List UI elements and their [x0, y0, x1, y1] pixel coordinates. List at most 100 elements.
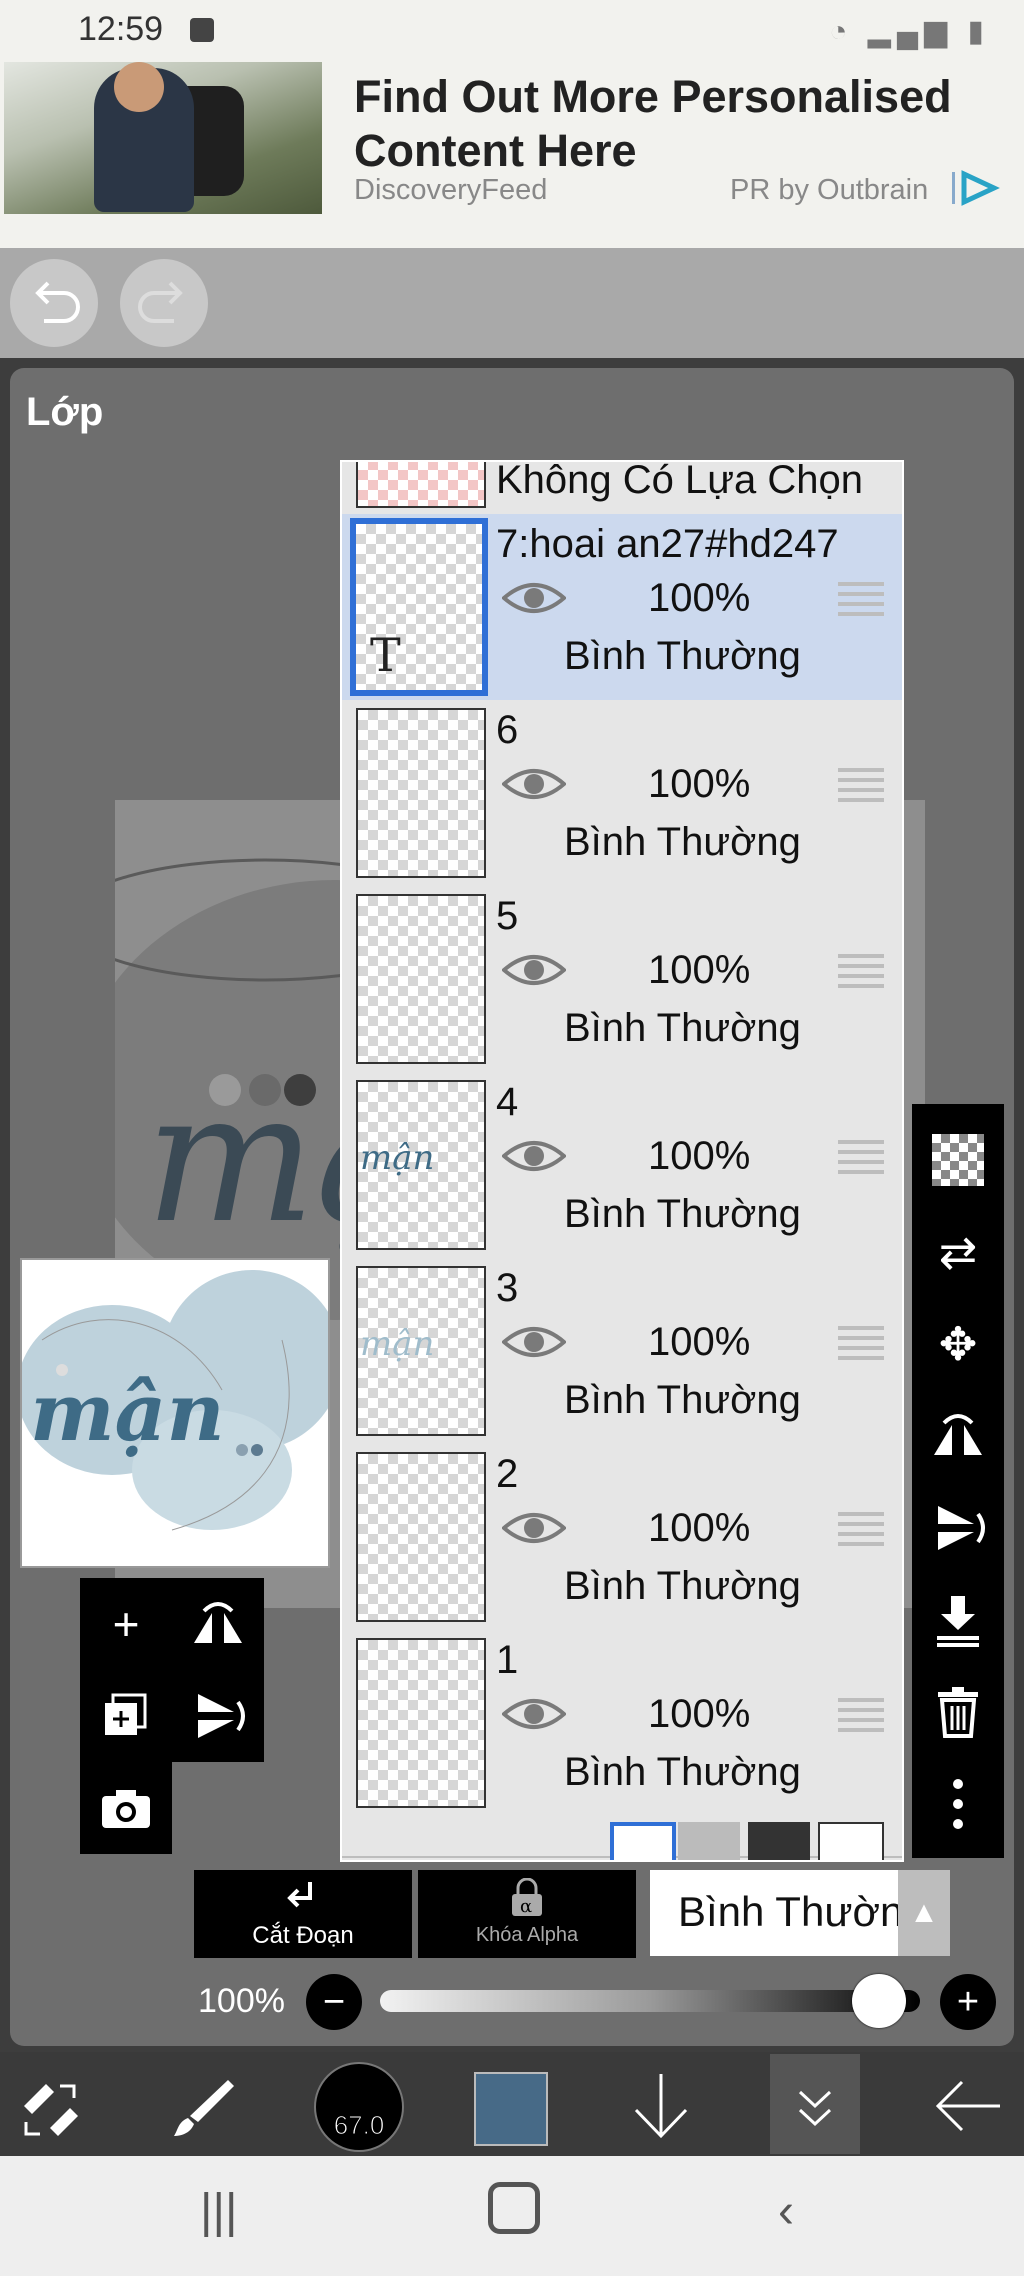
eye-icon[interactable]	[502, 764, 566, 804]
layer-opacity: 100%	[648, 762, 751, 806]
opacity-row: 100% − +	[0, 1968, 1024, 2038]
layer-thumbnail[interactable]	[356, 1638, 486, 1808]
ad-headline[interactable]: Find Out More Personalised Content Here	[354, 70, 994, 178]
layer-row[interactable]: T 7:hoai an27#hd247 100% Bình Thường	[342, 514, 902, 702]
layer-opacity: 100%	[648, 948, 751, 992]
blend-mode-select[interactable]: Bình Thường ▲	[650, 1870, 950, 1956]
brush-size-button[interactable]: 67.0	[314, 2062, 404, 2152]
drag-handle-icon[interactable]	[838, 582, 884, 618]
bg-option-white[interactable]	[610, 1822, 676, 1860]
dropdown-arrow-icon[interactable]: ▲	[898, 1870, 950, 1956]
layer-name: 5	[496, 894, 519, 938]
recent-apps-icon[interactable]: |||	[200, 2184, 237, 2239]
clipping-button[interactable]: Cắt Đoạn	[194, 1870, 412, 1958]
eye-icon[interactable]	[502, 1508, 566, 1548]
opacity-increase-button[interactable]: +	[940, 1974, 996, 2030]
color-swatch[interactable]	[474, 2072, 548, 2146]
eye-icon[interactable]	[502, 1322, 566, 1362]
bottom-toolbar: 67.0	[0, 2052, 1024, 2156]
drag-handle-icon[interactable]	[838, 954, 884, 990]
layer-thumbnail[interactable]	[356, 894, 486, 1064]
flip-vertical-button[interactable]	[172, 1670, 264, 1762]
layer-row[interactable]: mận 4 100% Bình Thường	[342, 1072, 902, 1260]
layer-row[interactable]: mận 3 100% Bình Thường	[342, 1258, 902, 1446]
flip-layer-horizontal-button[interactable]	[912, 1390, 1004, 1482]
alpha-lock-button[interactable]: α Khóa Alpha	[418, 1870, 636, 1958]
back-icon[interactable]: ‹	[778, 2184, 794, 2239]
move-button[interactable]: ✥	[912, 1298, 1004, 1390]
layer-thumbnail[interactable]	[356, 708, 486, 878]
transform-tool-button[interactable]	[16, 2072, 86, 2142]
opacity-label: 100%	[198, 1982, 285, 2020]
camera-icon	[102, 1790, 150, 1828]
drag-handle-icon[interactable]	[838, 1140, 884, 1176]
layer-opacity: 100%	[648, 1134, 751, 1178]
opacity-decrease-button[interactable]: −	[306, 1974, 362, 2030]
layer-row[interactable]: 5 100% Bình Thường	[342, 886, 902, 1074]
eye-icon[interactable]	[502, 1136, 566, 1176]
navigator-artwork: mận	[22, 1270, 328, 1531]
layer-name: 3	[496, 1266, 519, 1310]
outbrain-icon[interactable]	[950, 168, 1000, 208]
merge-down-button[interactable]	[912, 1574, 1004, 1666]
alarm-icon	[190, 18, 214, 42]
home-icon[interactable]	[488, 2182, 540, 2234]
layer-list[interactable]: Không Có Lựa Chọn T 7:hoai an27#hd247 100%…	[340, 460, 904, 1862]
navigator-artwork-text: mận	[30, 1365, 225, 1459]
back-arrow-button[interactable]	[930, 2068, 1006, 2144]
duplicate-layer-button[interactable]	[80, 1670, 172, 1762]
layer-name: 2	[496, 1452, 519, 1496]
layer-background-row[interactable]	[342, 1816, 902, 1860]
layer-thumbnail[interactable]: T	[350, 518, 488, 696]
layer-name: 1	[496, 1638, 519, 1682]
layer-thumbnail-text: T	[370, 628, 401, 682]
pen-eraser-swap-icon	[24, 2084, 78, 2136]
drag-handle-icon[interactable]	[838, 1698, 884, 1734]
layer-name: Không Có Lựa Chọn	[496, 460, 864, 502]
eye-icon[interactable]	[502, 1694, 566, 1734]
brush-tool-button[interactable]	[170, 2072, 240, 2142]
layer-row[interactable]: 2 100% Bình Thường	[342, 1444, 902, 1632]
opacity-slider[interactable]	[380, 1974, 920, 2028]
delete-layer-button[interactable]	[912, 1666, 1004, 1758]
layer-down-button[interactable]	[626, 2068, 696, 2144]
eye-icon[interactable]	[502, 950, 566, 990]
eye-icon[interactable]	[502, 578, 566, 618]
camera-import-button[interactable]	[80, 1762, 172, 1854]
merge-down-icon	[937, 1596, 979, 1647]
transparency-button[interactable]	[912, 1114, 1004, 1206]
canvas-navigator[interactable]: mận	[20, 1258, 330, 1568]
bg-option-dark[interactable]	[748, 1822, 810, 1860]
layer-row[interactable]: 6 100% Bình Thường	[342, 700, 902, 888]
left-tool-group: +	[80, 1578, 268, 1858]
drag-handle-icon[interactable]	[838, 768, 884, 804]
flip-layer-vertical-button[interactable]	[912, 1482, 1004, 1574]
more-options-button[interactable]	[912, 1758, 1004, 1850]
layer-thumbnail[interactable]: mận	[356, 1080, 486, 1250]
layer-panel-toggle-button[interactable]	[770, 2054, 860, 2154]
layer-blend-mode: Bình Thường	[564, 820, 801, 864]
undo-button[interactable]	[10, 259, 98, 347]
layer-thumbnail[interactable]	[356, 1452, 486, 1622]
swap-layer-button[interactable]: ⇄	[912, 1206, 1004, 1298]
add-layer-button[interactable]: +	[80, 1578, 172, 1670]
layer-row[interactable]: 1 100% Bình Thường	[342, 1630, 902, 1818]
drag-handle-icon[interactable]	[838, 1512, 884, 1548]
flip-horizontal-icon	[934, 1414, 982, 1455]
bg-option-checker[interactable]	[678, 1822, 740, 1860]
brush-size-value: 67.0	[333, 2110, 385, 2141]
flip-horizontal-button[interactable]	[172, 1578, 264, 1670]
ad-image[interactable]	[4, 62, 322, 214]
double-chevron-down-icon	[798, 2090, 832, 2127]
layer-thumbnail[interactable]: mận	[356, 1266, 486, 1436]
ad-banner[interactable]: Find Out More Personalised Content Here …	[0, 62, 1024, 250]
bg-option-none[interactable]	[818, 1822, 884, 1860]
plus-icon: +	[112, 1598, 140, 1650]
opacity-slider-knob[interactable]	[852, 1974, 906, 2028]
drag-handle-icon[interactable]	[838, 1326, 884, 1362]
ad-pr-label[interactable]: PR by Outbrain	[730, 174, 928, 207]
move-icon: ✥	[938, 1318, 978, 1370]
alpha-lock-label: Khóa Alpha	[475, 1924, 579, 1946]
redo-button[interactable]	[120, 259, 208, 347]
layer-blend-mode: Bình Thường	[564, 634, 801, 678]
